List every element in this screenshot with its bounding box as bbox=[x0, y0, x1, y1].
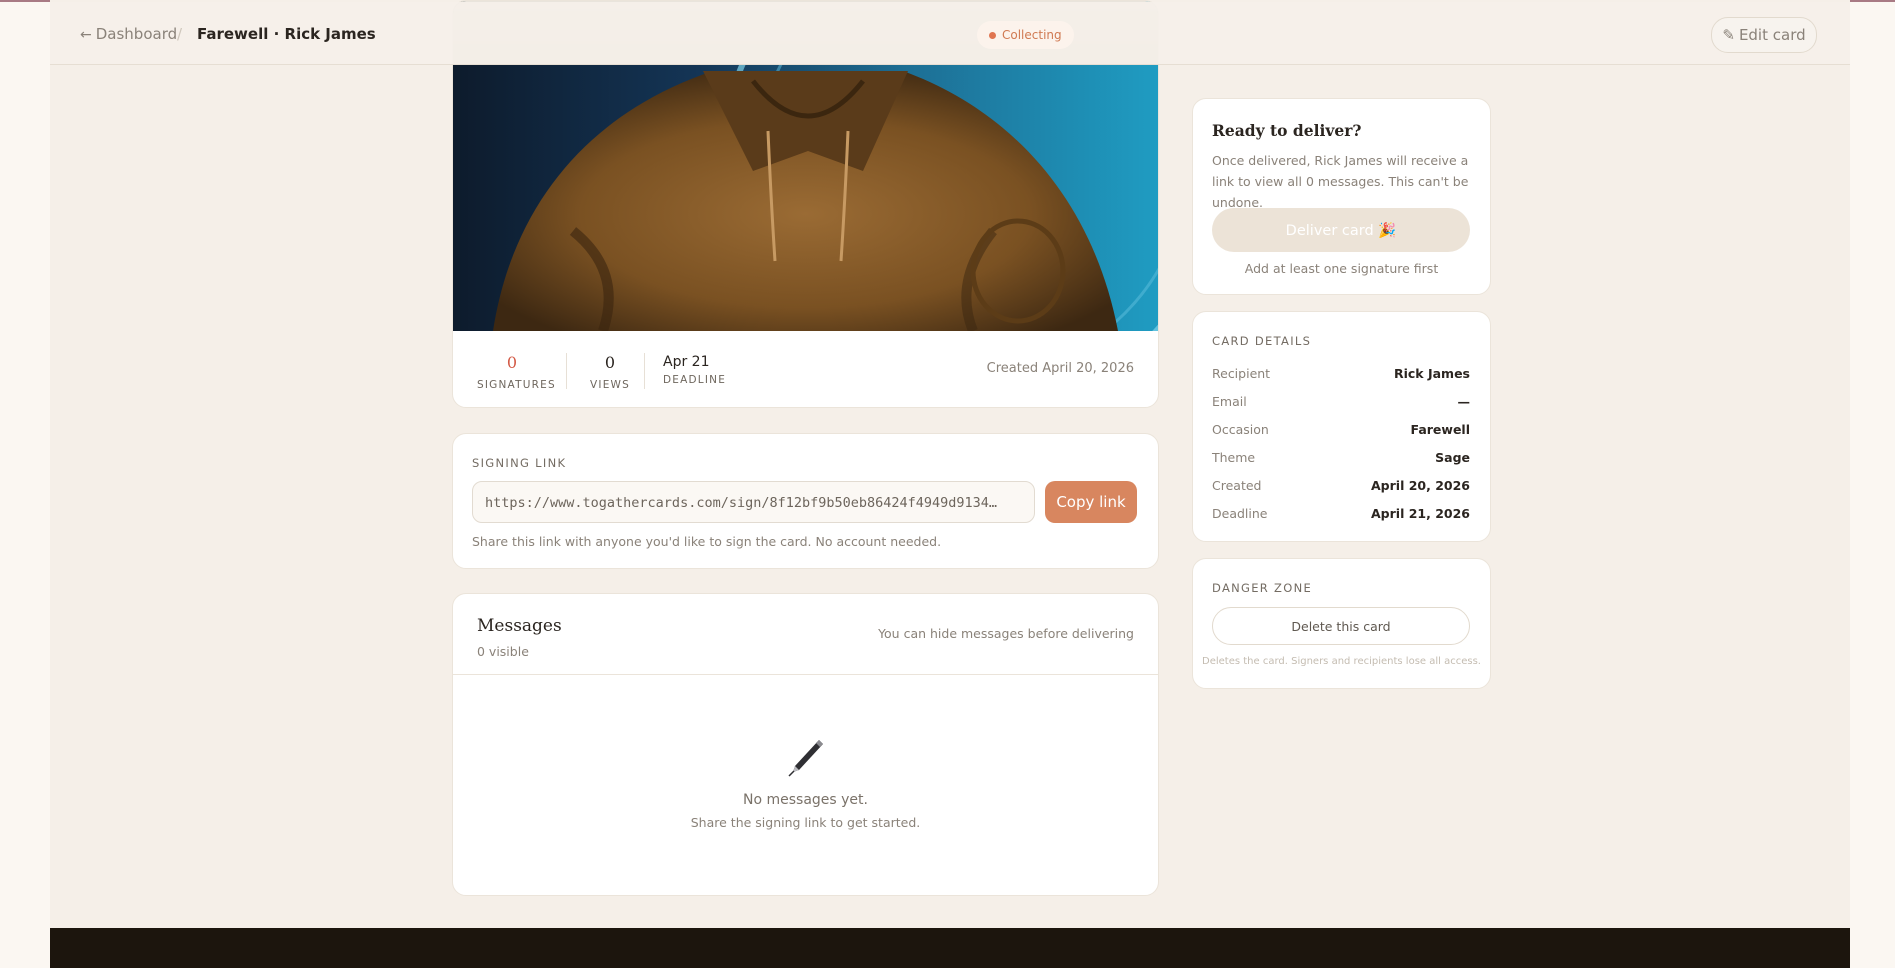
detail-value: Sage bbox=[1435, 450, 1470, 465]
detail-row: Email — bbox=[1212, 394, 1470, 412]
main-column: 0 SIGNATURES 0 VIEWS Apr 21 DEADLINE Cre… bbox=[50, 0, 1850, 968]
page-footer bbox=[50, 928, 1850, 968]
views-count: 0 bbox=[604, 353, 616, 372]
detail-row: Theme Sage bbox=[1212, 450, 1470, 468]
detail-value: April 21, 2026 bbox=[1371, 506, 1470, 521]
detail-value: Farewell bbox=[1410, 422, 1470, 437]
detail-value: April 20, 2026 bbox=[1371, 478, 1470, 493]
pencil-icon: ✎ bbox=[1722, 26, 1735, 44]
signatures-label: SIGNATURES bbox=[477, 379, 556, 391]
stat-divider bbox=[566, 353, 567, 389]
detail-row: Recipient Rick James bbox=[1212, 366, 1470, 384]
detail-value: Rick James bbox=[1393, 366, 1470, 381]
empty-state-title: No messages yet. bbox=[743, 792, 868, 808]
detail-row: Deadline April 21, 2026 bbox=[1212, 506, 1470, 524]
messages-visible-count: 0 visible bbox=[477, 644, 529, 659]
card-details-label: CARD DETAILS bbox=[1212, 334, 1312, 348]
status-dot-icon bbox=[989, 31, 996, 39]
delete-card-button[interactable]: Delete this card bbox=[1212, 607, 1470, 645]
deliver-hint: Add at least one signature first bbox=[1244, 261, 1439, 276]
arrow-left-icon: ← bbox=[80, 27, 92, 43]
signing-link-card: SIGNING LINK https://www.togathercards.c… bbox=[452, 433, 1159, 569]
fountain-pen-icon bbox=[788, 740, 823, 777]
detail-key: Deadline bbox=[1212, 506, 1268, 521]
signing-link-label: SIGNING LINK bbox=[472, 456, 567, 470]
messages-title: Messages bbox=[477, 616, 562, 636]
deliver-heading: Ready to deliver? bbox=[1212, 121, 1362, 140]
messages-note: You can hide messages before delivering bbox=[878, 626, 1134, 641]
stat-views: 0 VIEWS bbox=[585, 353, 635, 391]
breadcrumb-separator: / bbox=[177, 25, 183, 43]
messages-divider bbox=[453, 674, 1158, 675]
top-header: ← Dashboard / Farewell · Rick James Colle… bbox=[50, 2, 1850, 65]
detail-value: — bbox=[1457, 394, 1471, 409]
detail-key: Occasion bbox=[1212, 422, 1269, 437]
detail-row: Occasion Farewell bbox=[1212, 422, 1470, 440]
card-details: CARD DETAILS Recipient Rick James Email … bbox=[1192, 311, 1491, 542]
detail-key: Email bbox=[1212, 394, 1247, 409]
page-title: Farewell · Rick James bbox=[197, 25, 376, 43]
messages-card: Messages 0 visible You can hide messages… bbox=[452, 593, 1159, 896]
deliver-card: Ready to deliver? Once delivered, Rick J… bbox=[1192, 98, 1491, 295]
deadline-value: Apr 21 bbox=[663, 354, 710, 370]
signing-link-input[interactable]: https://www.togathercards.com/sign/8f12b… bbox=[472, 481, 1035, 523]
deliver-description: Once delivered, Rick James will receive … bbox=[1212, 153, 1469, 210]
edit-card-label: Edit card bbox=[1738, 26, 1806, 44]
deliver-card-button[interactable]: Deliver card 🎉 bbox=[1212, 208, 1470, 252]
empty-state-subtitle: Share the signing link to get started. bbox=[690, 815, 921, 830]
created-date: Created April 20, 2026 bbox=[986, 361, 1134, 376]
views-label: VIEWS bbox=[590, 379, 630, 391]
detail-key: Created bbox=[1212, 478, 1262, 493]
stat-divider bbox=[644, 353, 645, 389]
danger-zone-hint: Deletes the card. Signers and recipients… bbox=[1202, 656, 1481, 667]
danger-zone-label: DANGER ZONE bbox=[1212, 581, 1313, 595]
danger-zone-card: DANGER ZONE Delete this card Deletes the… bbox=[1192, 558, 1491, 689]
card-stats: 0 SIGNATURES 0 VIEWS Apr 21 DEADLINE Cre… bbox=[453, 331, 1158, 407]
edit-card-button[interactable]: ✎ Edit card bbox=[1711, 17, 1817, 53]
deadline-label: DEADLINE bbox=[663, 374, 727, 386]
back-link-label: Dashboard bbox=[95, 25, 178, 43]
stat-signatures: 0 SIGNATURES bbox=[477, 353, 556, 391]
copy-link-button[interactable]: Copy link bbox=[1045, 481, 1137, 523]
detail-row: Created April 20, 2026 bbox=[1212, 478, 1470, 496]
detail-key: Theme bbox=[1212, 450, 1256, 465]
status-badge: Collecting bbox=[977, 21, 1074, 49]
detail-key: Recipient bbox=[1212, 366, 1271, 381]
stat-deadline: Apr 21 DEADLINE bbox=[663, 352, 727, 386]
signing-link-hint: Share this link with anyone you'd like t… bbox=[472, 534, 942, 549]
status-label: Collecting bbox=[1002, 28, 1062, 42]
back-to-dashboard-link[interactable]: ← Dashboard bbox=[80, 25, 177, 43]
signatures-count: 0 bbox=[506, 353, 518, 372]
